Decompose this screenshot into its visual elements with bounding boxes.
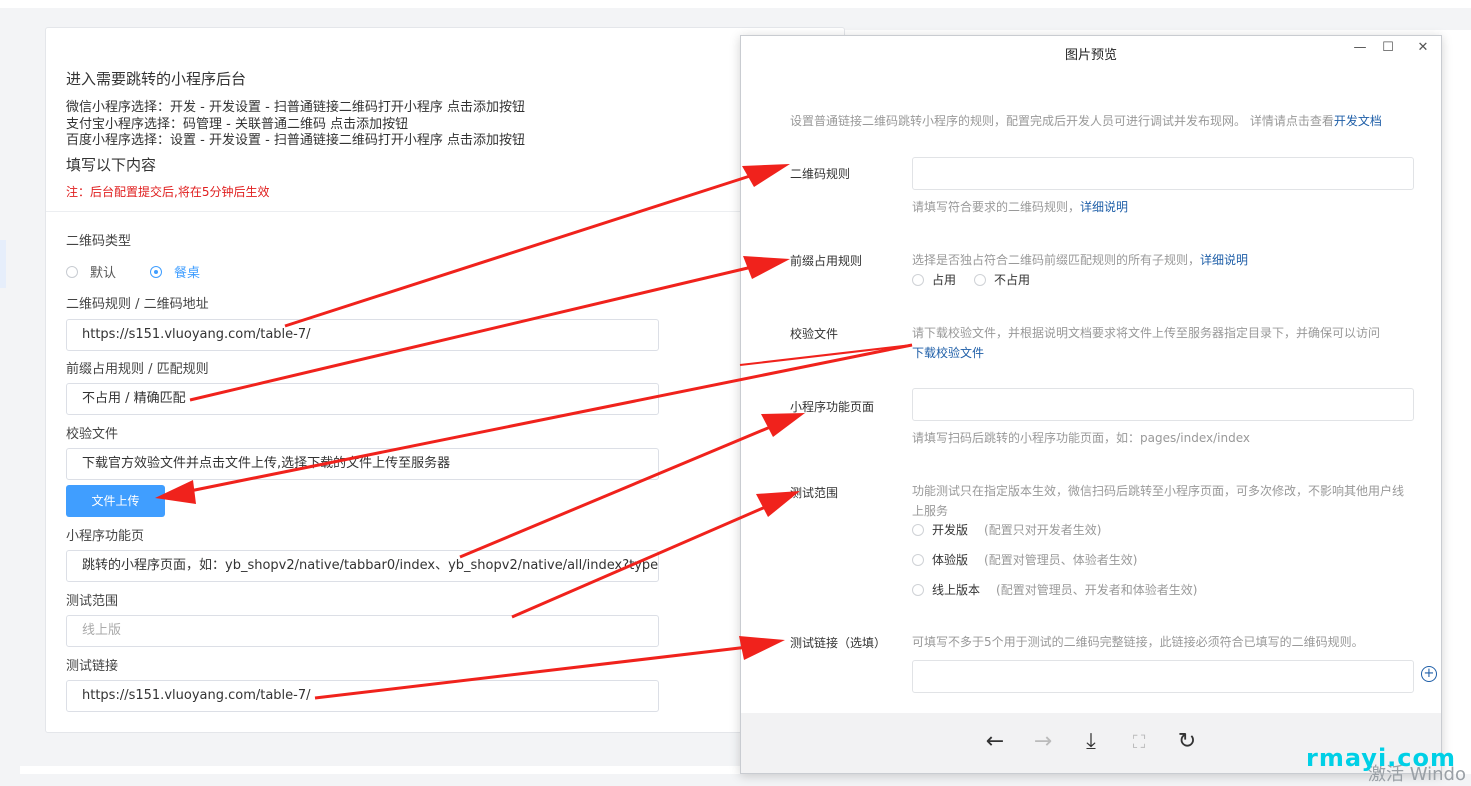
pv-radio-online-desc: (配置对管理员、开发者和体验者生效) <box>996 583 1198 597</box>
pv-qr-rule-label: 二维码规则 <box>790 167 851 181</box>
pv-radio-online-label: 线上版本 <box>932 583 981 597</box>
prefix-rule-label: 前缀占用规则 / 匹配规则 <box>66 362 209 377</box>
pv-radio-dev <box>912 523 924 536</box>
fit-screen-icon[interactable]: ⛶ <box>1125 732 1153 753</box>
pv-page-hint: 请填写扫码后跳转的小程序功能页面，如：pages/index/index <box>912 431 1250 445</box>
pv-link-input <box>912 660 1414 693</box>
qr-rule-input[interactable]: https://s151.vluoyang.com/table-7/ <box>66 319 659 351</box>
pv-radio-dev-label: 开发版 <box>932 523 969 537</box>
prefix-rule-input[interactable]: 不占用 / 精确匹配 <box>66 383 659 415</box>
pv-verify-download-link: 下载校验文件 <box>912 346 985 360</box>
side-highlight <box>0 240 6 288</box>
test-link-input[interactable]: https://s151.vluoyang.com/table-7/ <box>66 680 659 712</box>
site-watermark: rmayi.com <box>1306 744 1457 772</box>
pv-radio-exp-label: 体验版 <box>932 553 969 567</box>
pv-qr-rule-input <box>912 157 1414 190</box>
pv-link-label: 测试链接（选填） <box>790 636 887 650</box>
download-icon[interactable]: ⤓ <box>1077 729 1105 754</box>
pv-radio-exp-desc: (配置对管理员、体验者生效) <box>984 553 1138 567</box>
pv-scope-dev: 开发版 (配置只对开发者生效) <box>912 521 1101 538</box>
preview-intro: 设置普通链接二维码跳转小程序的规则，配置完成后开发人员可进行调试并发布现网。 详… <box>790 112 1382 129</box>
pv-radio-dev-desc: (配置只对开发者生效) <box>984 523 1102 537</box>
qr-rule-label: 二维码规则 / 二维码地址 <box>66 297 209 312</box>
pv-radio-not-occupy-label: 不占用 <box>994 273 1031 287</box>
preview-title: 图片预览 <box>1064 48 1117 63</box>
verify-file-label: 校验文件 <box>66 427 119 442</box>
pv-scope-exp: 体验版 (配置对管理员、体验者生效) <box>912 551 1137 568</box>
verify-file-input[interactable]: 下载官方效验文件并点击文件上传,选择下载的文件上传至服务器 <box>66 448 659 480</box>
scope-label: 测试范围 <box>66 594 119 609</box>
minimize-icon[interactable]: — <box>1348 40 1372 55</box>
qr-type-radio-group: 默认 餐桌 <box>66 262 234 281</box>
dev-doc-link: 开发文档 <box>1333 114 1382 128</box>
divider <box>46 211 844 212</box>
back-arrow-icon[interactable]: ← <box>981 729 1009 754</box>
radio-table-label[interactable]: 餐桌 <box>174 262 200 281</box>
pv-page-input <box>912 388 1414 421</box>
pv-radio-occupy <box>912 273 924 286</box>
pv-radio-exp <box>912 553 924 566</box>
test-link-label: 测试链接 <box>66 659 119 674</box>
form-title: 进入需要跳转的小程序后台 <box>66 70 247 88</box>
pv-radio-online <box>912 583 924 596</box>
pv-scope-hint-2: 上服务 <box>912 504 949 518</box>
rotate-icon[interactable]: ↻ <box>1173 729 1201 754</box>
pv-scope-label: 测试范围 <box>790 486 839 500</box>
pv-prefix-label: 前缀占用规则 <box>790 254 863 268</box>
close-icon[interactable]: ✕ <box>1411 40 1435 55</box>
pv-qr-rule-hint: 请填写符合要求的二维码规则，详细说明 <box>912 198 1128 215</box>
pv-link-hint: 可填写不多于5个用于测试的二维码完整链接，此链接必须符合已填写的二维码规则。 <box>912 635 1364 649</box>
forward-arrow-icon[interactable]: → <box>1029 729 1057 754</box>
pv-prefix-detail-link: 详细说明 <box>1200 253 1249 267</box>
maximize-icon[interactable]: ☐ <box>1376 40 1400 55</box>
pv-prefix-hint: 选择是否独占符合二维码前缀匹配规则的所有子规则，详细说明 <box>912 251 1248 268</box>
instruction-baidu: 百度小程序选择：设置 - 开发设置 - 扫普通链接二维码打开小程序 点击添加按钮 <box>66 133 526 148</box>
pv-qr-rule-hint-text: 请填写符合要求的二维码规则， <box>912 200 1081 214</box>
preview-titlebar: 图片预览 — ☐ ✕ <box>741 36 1441 68</box>
page-label: 小程序功能页 <box>66 529 145 544</box>
page-input[interactable]: 跳转的小程序页面，如：yb_shopv2/native/tabbar0/inde… <box>66 550 659 582</box>
add-circle-icon: + <box>1421 666 1437 682</box>
radio-default[interactable] <box>66 265 78 278</box>
pv-scope-online: 线上版本 (配置对管理员、开发者和体验者生效) <box>912 581 1197 598</box>
form-note: 注：后台配置提交后,将在5分钟后生效 <box>66 185 270 199</box>
pv-radio-not-occupy <box>974 273 987 286</box>
pv-verify-hint: 请下载校验文件，并根据说明文档要求将文件上传至服务器指定目录下，并确保可以访问 <box>912 326 1381 340</box>
mini-program-config-form: 进入需要跳转的小程序后台 微信小程序选择：开发 - 开发设置 - 扫普通链接二维… <box>45 27 845 733</box>
preview-intro-text: 设置普通链接二维码跳转小程序的规则，配置完成后开发人员可进行调试并发布现网。 详… <box>790 114 1334 128</box>
radio-table[interactable] <box>150 265 163 278</box>
top-strip <box>0 0 1471 8</box>
pv-radio-occupy-label: 占用 <box>932 273 957 287</box>
form-subtitle: 填写以下内容 <box>66 156 157 174</box>
pv-qr-detail-link: 详细说明 <box>1080 200 1129 214</box>
pv-verify-label: 校验文件 <box>790 327 839 341</box>
pv-scope-hint-1: 功能测试只在指定版本生效，微信扫码后跳转至小程序页面，可多次修改，不影响其他用户… <box>912 484 1405 498</box>
pv-prefix-hint-text: 选择是否独占符合二维码前缀匹配规则的所有子规则， <box>912 253 1201 267</box>
image-preview-window: 图片预览 — ☐ ✕ 设置普通链接二维码跳转小程序的规则，配置完成后开发人员可进… <box>740 35 1442 774</box>
scope-input[interactable]: 线上版 <box>66 615 659 647</box>
radio-default-label[interactable]: 默认 <box>90 262 116 281</box>
preview-image: 设置普通链接二维码跳转小程序的规则，配置完成后开发人员可进行调试并发布现网。 详… <box>742 68 1440 713</box>
pv-page-label: 小程序功能页面 <box>790 400 875 414</box>
upload-button[interactable]: 文件上传 <box>66 485 165 517</box>
qr-type-label: 二维码类型 <box>66 234 132 249</box>
pv-prefix-radios: 占用 不占用 <box>912 271 1036 288</box>
